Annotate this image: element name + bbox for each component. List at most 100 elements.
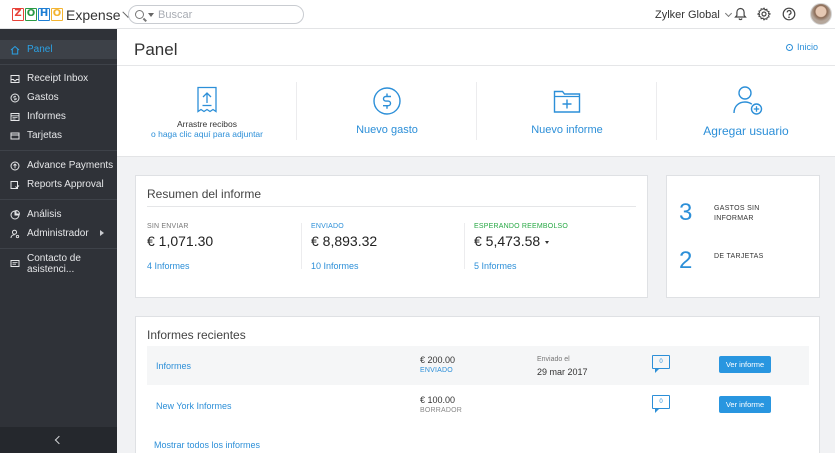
home-link[interactable]: Inicio <box>785 42 818 52</box>
sidebar-item-tarjetas[interactable]: Tarjetas <box>0 126 117 145</box>
avatar[interactable] <box>810 3 832 25</box>
unreported-expenses-label: GASTOS SIN INFORMAR <box>714 205 760 222</box>
sidebar-divider <box>0 64 117 65</box>
help-icon[interactable] <box>781 6 797 22</box>
card-icon <box>10 131 20 141</box>
zoho-logo-mark: Z O H O <box>12 8 63 21</box>
logo-letter: Z <box>12 8 24 21</box>
coin-icon <box>10 93 20 103</box>
collapse-sidebar-button[interactable] <box>0 427 117 453</box>
upload-subtitle[interactable]: o haga clic aquí para adjuntar <box>117 129 297 139</box>
sidebar-divider <box>0 248 117 249</box>
sidebar: Panel Receipt Inbox Gastos Informes Tarj… <box>0 29 117 453</box>
chevron-down-icon <box>724 9 732 18</box>
target-icon <box>785 43 793 51</box>
sidebar-item-administrador[interactable]: Administrador <box>0 224 117 243</box>
sidebar-item-support[interactable]: Contacto de asistenci... <box>0 252 117 275</box>
sidebar-item-reports-approval[interactable]: Reports Approval <box>0 175 117 194</box>
report-date: 29 mar 2017 <box>537 367 588 377</box>
summary-awaiting-reimbursement: ESPERANDO REEMBOLSO € 5,473.58 5 Informe… <box>474 223 569 271</box>
add-user-label: Agregar usuario <box>703 124 789 138</box>
divider <box>464 223 465 269</box>
new-report-label: Nuevo informe <box>531 124 603 136</box>
sidebar-item-receipt-inbox[interactable]: Receipt Inbox <box>0 69 117 88</box>
amount-dropdown[interactable]: € 5,473.58 <box>474 233 568 249</box>
new-report-button[interactable]: Nuevo informe <box>477 66 657 157</box>
status-badge: ENVIADO <box>420 367 453 374</box>
card-count[interactable]: 2 <box>679 247 692 275</box>
bell-icon[interactable] <box>732 6 748 22</box>
caret-down-icon <box>545 240 550 244</box>
new-expense-button[interactable]: Nuevo gasto <box>297 66 477 157</box>
page-header: Panel Inicio <box>117 29 835 66</box>
report-name-link[interactable]: New York Informes <box>156 401 232 411</box>
org-name: Zylker Global <box>655 9 720 21</box>
unsent-reports-link[interactable]: 4 Informes <box>147 261 190 271</box>
add-user-icon <box>733 86 763 115</box>
sidebar-item-gastos[interactable]: Gastos <box>0 88 117 107</box>
sidebar-item-label: Contacto de asistenci... <box>27 252 81 275</box>
advance-icon <box>10 161 20 171</box>
sidebar-item-informes[interactable]: Informes <box>0 107 117 126</box>
amount: € 1,071.30 <box>147 233 214 249</box>
status-badge: BORRADOR <box>420 407 463 414</box>
view-report-button[interactable]: Ver informe <box>719 356 771 373</box>
sidebar-item-advance-payments[interactable]: Advance Payments <box>0 156 117 175</box>
sidebar-item-label: Administrador <box>27 228 89 239</box>
logo-letter: O <box>51 8 63 21</box>
dollar-icon <box>373 87 401 115</box>
summary-sent: ENVIADO € 8,893.32 10 Informes <box>311 223 377 271</box>
divider <box>301 223 302 269</box>
awaiting-reports-link[interactable]: 5 Informes <box>474 261 517 271</box>
product-name: Expense <box>66 6 121 23</box>
approval-icon <box>10 180 20 190</box>
chevron-left-icon <box>54 435 63 445</box>
sidebar-item-label: Análisis <box>27 209 62 220</box>
view-report-button[interactable]: Ver informe <box>719 396 771 413</box>
comment-icon[interactable]: 0 <box>652 395 670 413</box>
logo-letter: O <box>25 8 37 21</box>
admin-icon <box>10 229 20 239</box>
show-all-reports-link[interactable]: Mostrar todos los informes <box>154 440 260 450</box>
divider <box>147 206 636 207</box>
status-label: SIN ENVIAR <box>147 223 189 230</box>
comment-icon[interactable]: 0 <box>652 355 670 373</box>
sidebar-item-label: Gastos <box>27 92 59 103</box>
search-icon[interactable] <box>135 10 144 19</box>
sidebar-divider <box>0 199 117 200</box>
status-label: ENVIADO <box>311 223 344 230</box>
logo-letter: H <box>38 8 50 21</box>
report-summary-card: Resumen del informe SIN ENVIAR € 1,071.3… <box>135 175 648 298</box>
search-box[interactable] <box>128 5 304 24</box>
sidebar-item-label: Reports Approval <box>27 179 104 190</box>
upload-receipts-dropzone[interactable]: Arrastre recibos o haga clic aquí para a… <box>117 66 297 157</box>
chat-icon <box>10 259 20 269</box>
receipt-upload-icon <box>197 86 217 113</box>
caret-down-icon[interactable] <box>148 12 154 17</box>
sidebar-item-label: Receipt Inbox <box>27 73 89 84</box>
unreported-expenses-count[interactable]: 3 <box>679 199 692 227</box>
sidebar-divider <box>0 150 117 151</box>
report-name-link[interactable]: Informes <box>156 361 191 371</box>
report-amount: € 200.00 <box>420 355 456 365</box>
org-switcher[interactable]: Zylker Global <box>655 9 732 21</box>
home-link-label: Inicio <box>796 42 818 52</box>
sidebar-item-label: Informes <box>27 111 66 122</box>
analytics-icon <box>10 209 20 220</box>
stats-card: 3 GASTOS SIN INFORMAR 2 DE TARJETAS <box>666 175 820 298</box>
search-input[interactable] <box>158 8 288 21</box>
recent-reports-card: Informes recientes Informes € 200.00 ENV… <box>135 316 820 453</box>
top-bar: Z O H O Expense Zylker Global <box>0 0 835 29</box>
folder-plus-icon <box>553 90 581 113</box>
gear-icon[interactable] <box>756 6 772 22</box>
home-icon <box>10 45 20 55</box>
status-label: ESPERANDO REEMBOLSO <box>474 223 569 230</box>
chevron-right-icon <box>100 230 104 236</box>
add-user-button[interactable]: Agregar usuario <box>657 66 835 157</box>
page-title: Panel <box>134 40 178 59</box>
amount: € 5,473.58 <box>474 233 541 249</box>
sidebar-item-panel[interactable]: Panel <box>0 40 117 59</box>
sidebar-item-analisis[interactable]: Análisis <box>0 205 117 224</box>
sent-reports-link[interactable]: 10 Informes <box>311 261 359 271</box>
app-logo[interactable]: Z O H O Expense <box>12 6 135 23</box>
